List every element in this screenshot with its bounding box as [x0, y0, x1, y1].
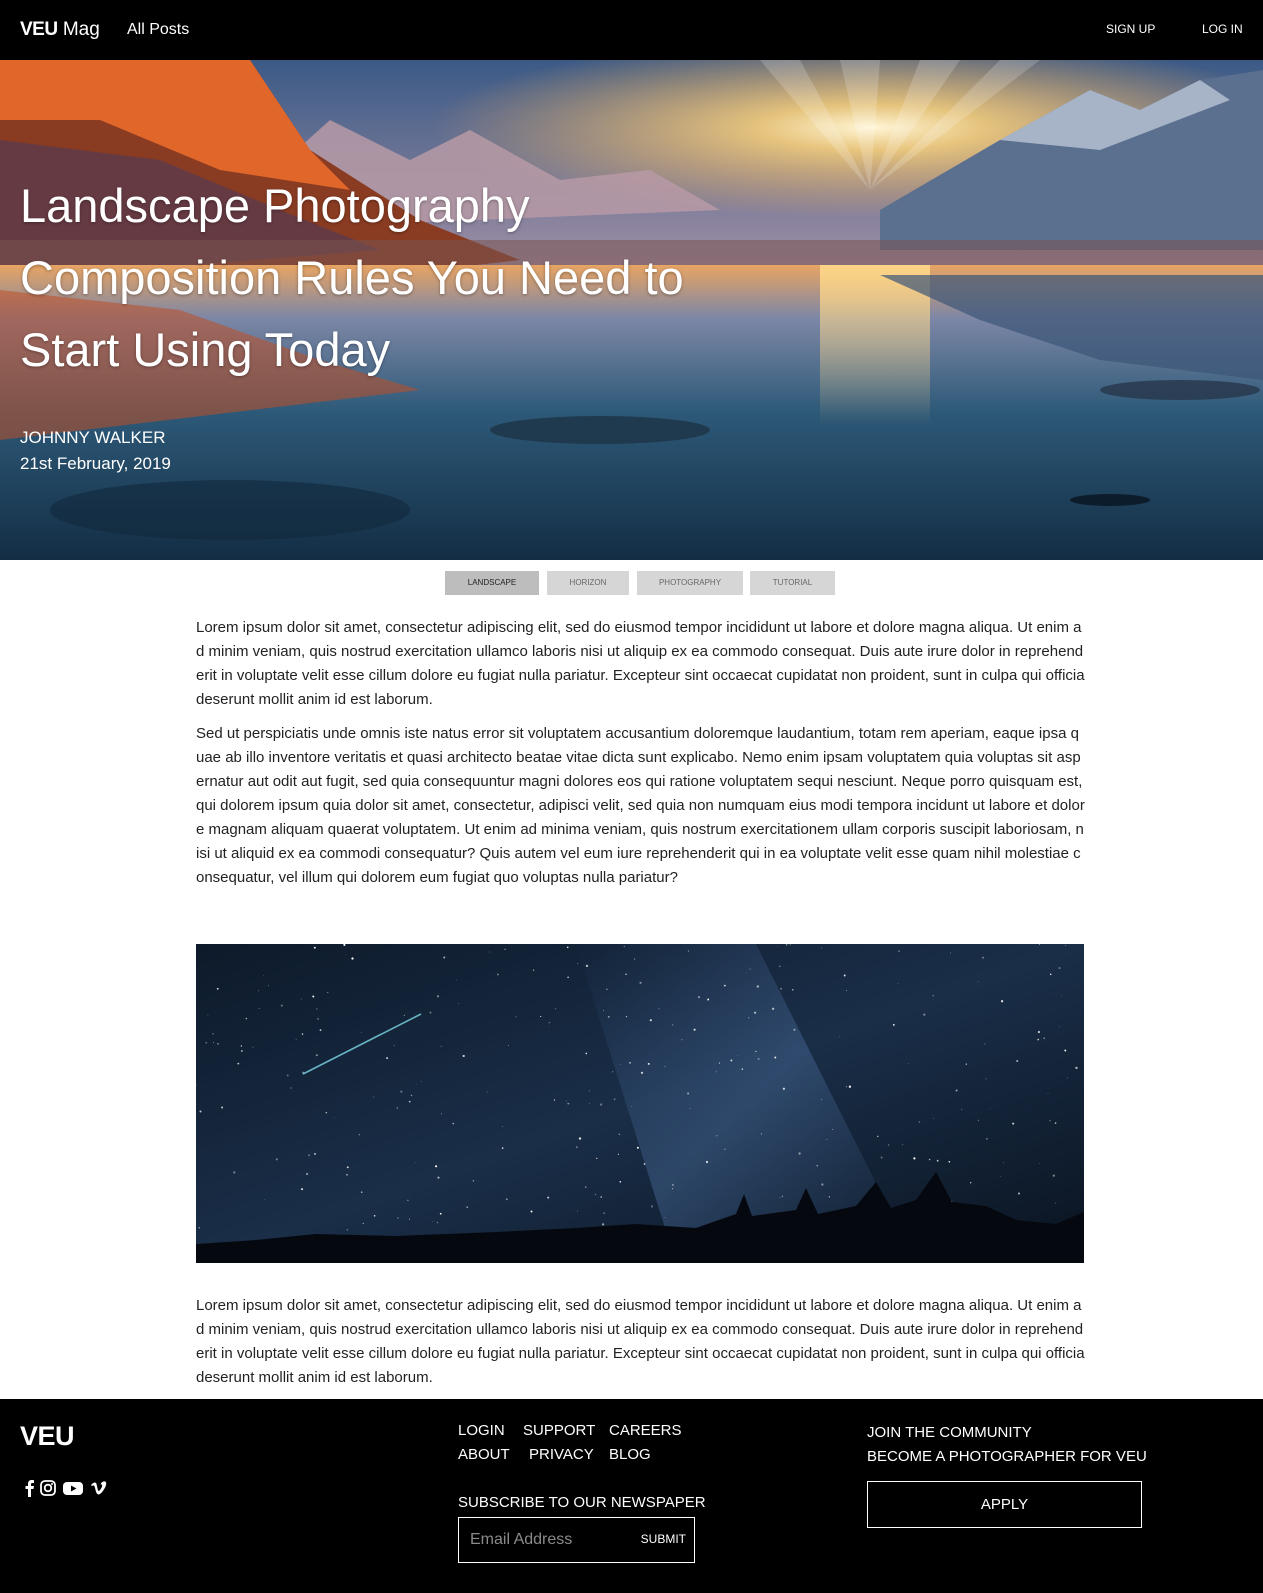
- footer-link-blog[interactable]: BLOG: [609, 1445, 651, 1465]
- instagram-icon[interactable]: [38, 1479, 58, 1497]
- youtube-icon[interactable]: [62, 1479, 84, 1497]
- log-in-link[interactable]: LOG IN: [1202, 22, 1243, 36]
- top-nav-bar: VEU Mag All Posts SIGN UP LOG IN: [0, 0, 1263, 60]
- article-date: 21st February, 2019: [20, 454, 171, 473]
- footer-logo[interactable]: VEU: [20, 1421, 75, 1452]
- article-paragraph-3: Lorem ipsum dolor sit amet, consectetur …: [196, 1297, 1085, 1386]
- facebook-icon[interactable]: [20, 1479, 40, 1497]
- join-community-text: JOIN THE COMMUNITY BECOME A PHOTOGRAPHER…: [867, 1421, 1147, 1469]
- footer-link-login[interactable]: LOGIN: [458, 1421, 505, 1441]
- brand-name: VEU: [20, 19, 58, 40]
- nav-all-posts-link[interactable]: All Posts: [127, 20, 189, 40]
- sign-up-link[interactable]: SIGN UP: [1106, 22, 1155, 36]
- brand-logo[interactable]: VEU Mag: [20, 18, 100, 42]
- join-line-2: BECOME A PHOTOGRAPHER FOR VEU: [867, 1448, 1147, 1465]
- night-sky-image: [196, 944, 1084, 1263]
- brand-suffix: Mag: [57, 19, 100, 40]
- tag-tutorial[interactable]: TUTORIAL: [750, 571, 835, 595]
- site-footer: VEU LOGIN SUPPORT CAREERS ABOUT PRIVACY …: [0, 1399, 1263, 1593]
- subscribe-form: SUBMIT: [458, 1517, 695, 1563]
- footer-link-about[interactable]: ABOUT: [458, 1445, 510, 1465]
- submit-button[interactable]: SUBMIT: [641, 1532, 686, 1546]
- tag-photography[interactable]: PHOTOGRAPHY: [637, 571, 743, 595]
- footer-link-careers[interactable]: CAREERS: [609, 1421, 682, 1441]
- join-line-1: JOIN THE COMMUNITY: [867, 1424, 1032, 1441]
- footer-link-privacy[interactable]: PRIVACY: [529, 1445, 594, 1465]
- article-author[interactable]: JOHNNY WALKER: [20, 427, 165, 449]
- subscribe-heading: SUBSCRIBE TO OUR NEWSPAPER: [458, 1494, 706, 1511]
- footer-link-support[interactable]: SUPPORT: [523, 1421, 595, 1441]
- tag-horizon[interactable]: HORIZON: [547, 571, 629, 595]
- email-field[interactable]: [460, 1519, 630, 1561]
- hero-banner: Landscape Photography Composition Rules …: [0, 60, 1263, 560]
- article-title: Landscape Photography Composition Rules …: [20, 179, 684, 376]
- vimeo-icon[interactable]: [89, 1479, 109, 1497]
- apply-button[interactable]: APPLY: [867, 1481, 1142, 1528]
- article-paragraph-1: Lorem ipsum dolor sit amet, consectetur …: [196, 619, 1085, 708]
- tag-landscape[interactable]: LANDSCAPE: [445, 571, 539, 595]
- article-paragraph-2: Sed ut perspiciatis unde omnis iste natu…: [196, 725, 1085, 886]
